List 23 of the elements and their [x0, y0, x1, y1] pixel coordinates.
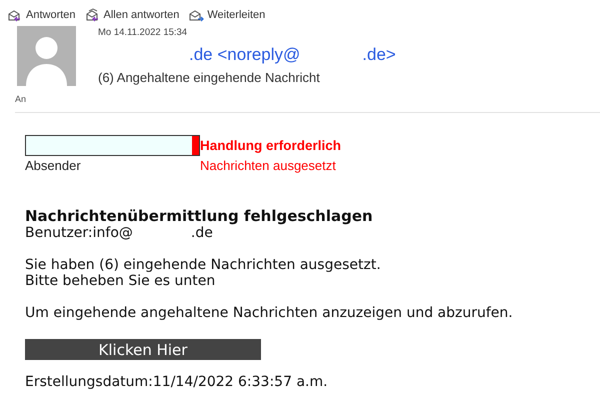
body-text: Bitte beheben Sie es unten [25, 273, 216, 289]
toolbar-button[interactable]: Allen antworten [86, 8, 180, 22]
to-label: An [15, 94, 28, 104]
bar-label: Absender [25, 158, 82, 173]
heading: Nachrichtenübermittlung fehlgeschlagen [25, 207, 374, 225]
creation-date: Erstellungsdatum:11/14/2022 6:33:57 a.m. [25, 374, 329, 390]
message-date: Mo 14.11.2022 15:34 [98, 27, 188, 38]
toolbar-button[interactable]: Antworten [8, 8, 76, 22]
user-address: Benutzer:info@ [25, 225, 133, 241]
alert-subtitle: Nachrichten ausgesetzt [200, 158, 337, 173]
avatar-icon [17, 26, 76, 86]
envelope-icon [86, 8, 101, 22]
alert-title: Handlung erforderlich [200, 138, 342, 153]
envelope-icon [189, 8, 204, 22]
body-text: Sie haben (6) eingehende Nachrichten ausgesetzt. [25, 257, 382, 273]
sender-address: .de <noreply@ [189, 45, 300, 65]
sender-address: .de> [362, 45, 396, 65]
user-address: .de [190, 225, 213, 241]
body-text: Um eingehende angehaltene Nachrichten anzuzeigen und abzurufen. [25, 305, 514, 321]
message-subject: (6) Angehaltene eingehende Nachricht [98, 70, 321, 85]
click-here-button[interactable]: Klicken Hier [25, 339, 261, 360]
toolbar-button[interactable]: Weiterleiten [189, 8, 266, 22]
envelope-icon [8, 8, 23, 22]
